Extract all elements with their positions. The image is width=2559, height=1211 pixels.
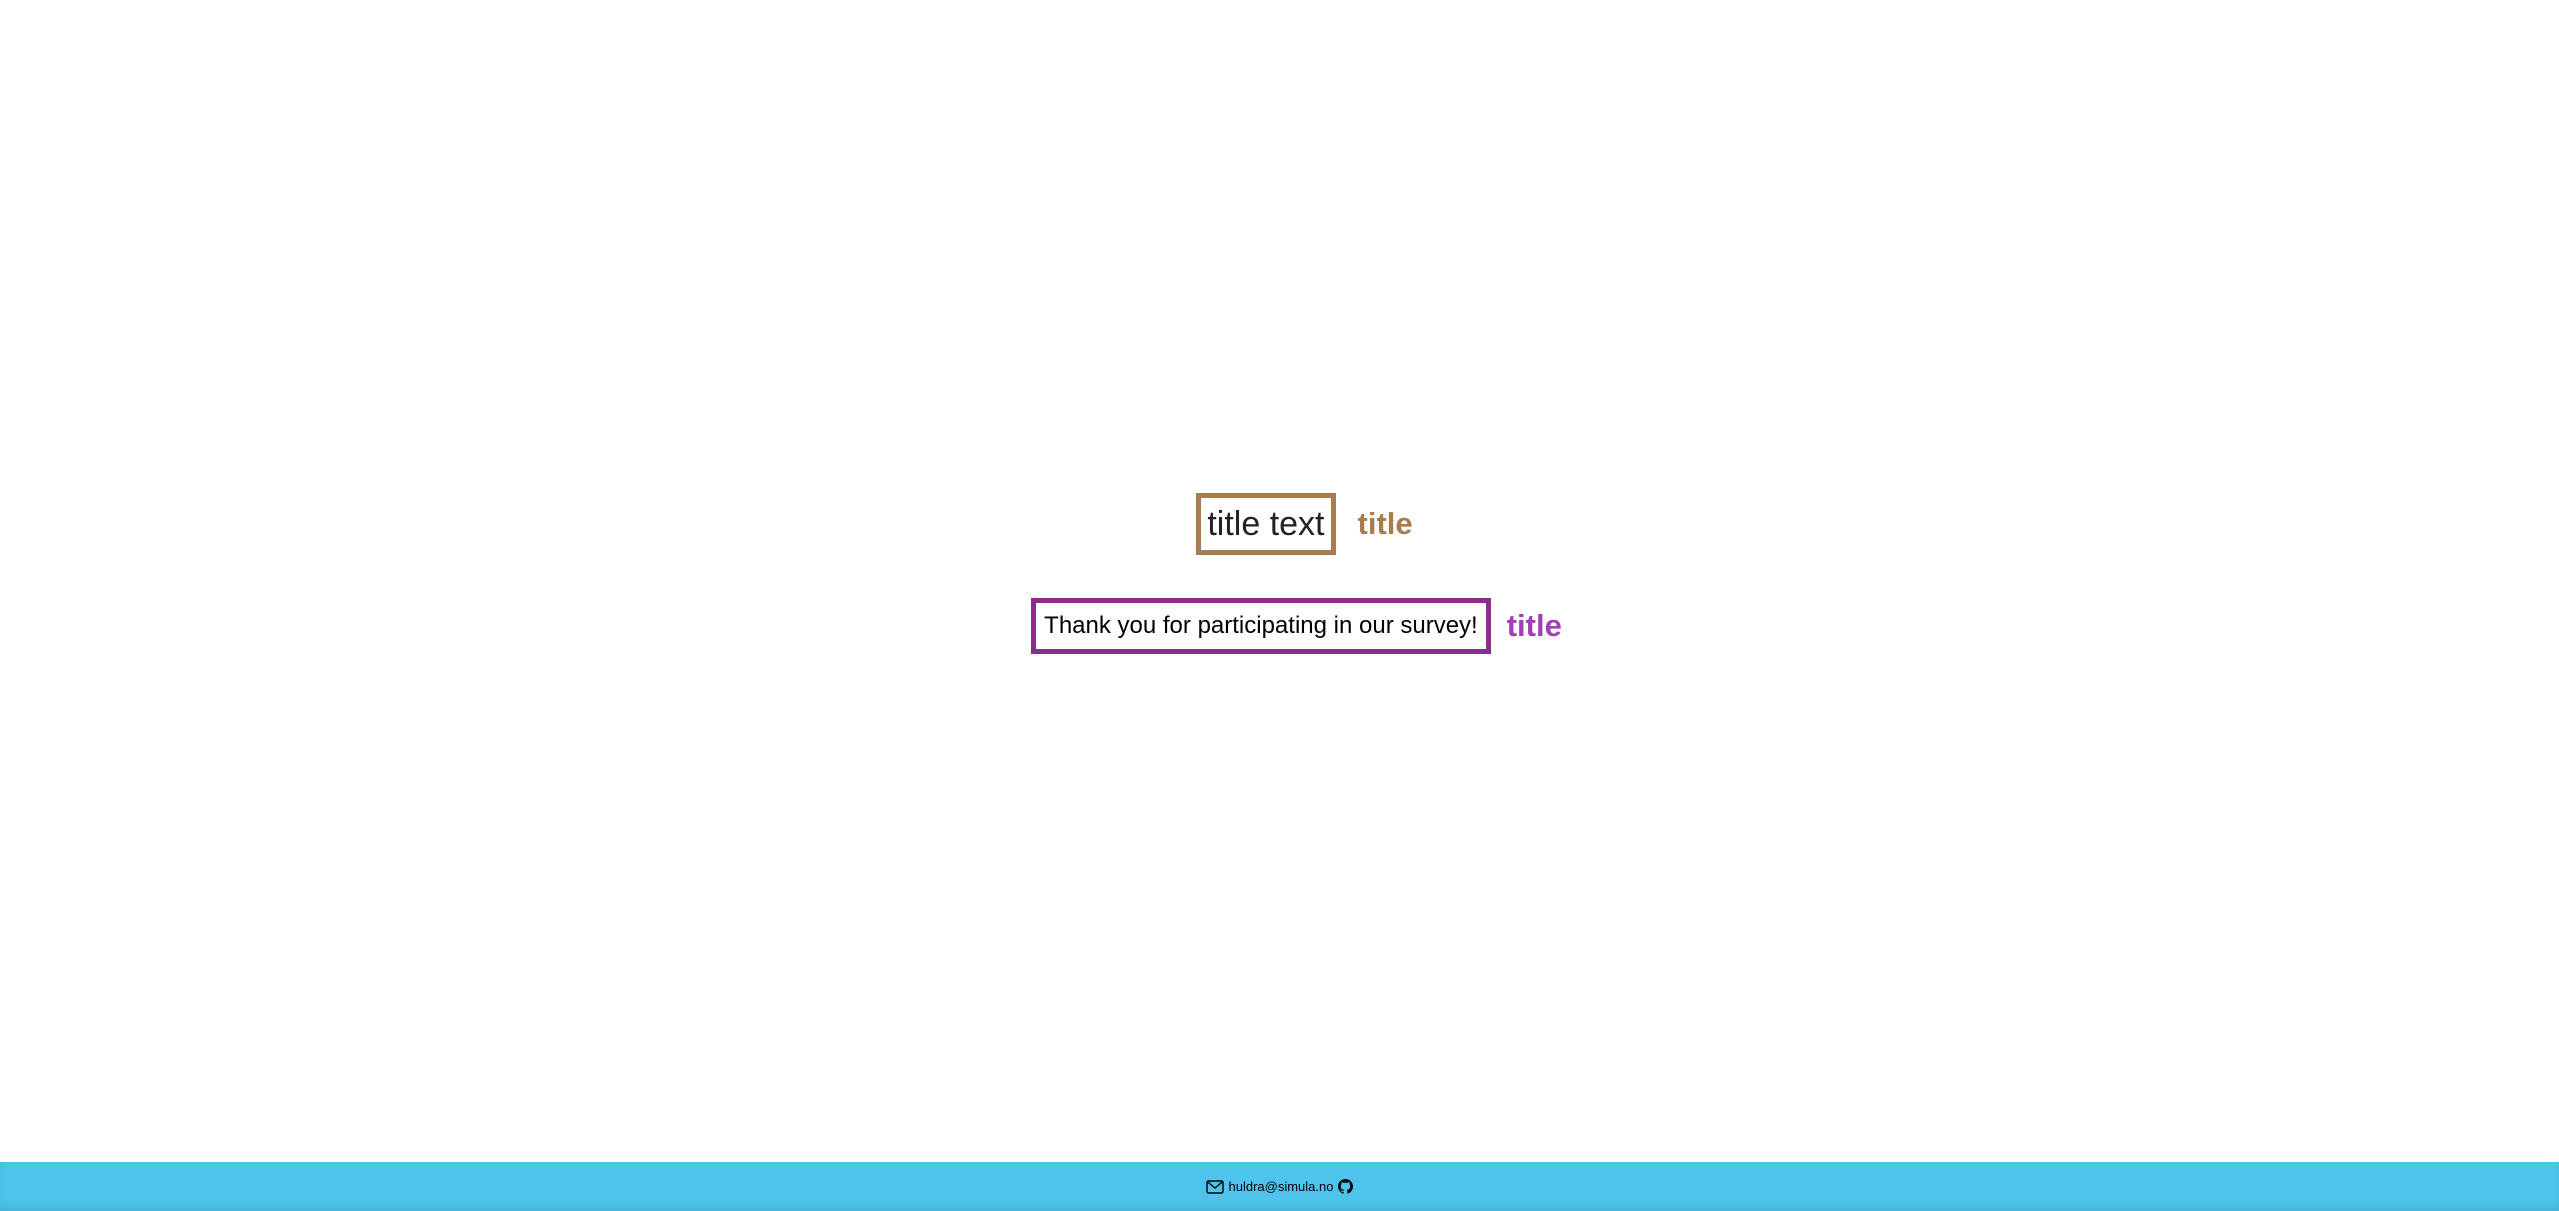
- footer-content: huldra@simula.no: [1205, 1179, 1354, 1194]
- thank-you-row-inner: Thank you for participating in our surve…: [1031, 598, 1562, 654]
- title-text-row-inner: title text title: [1196, 493, 1413, 555]
- title-label-brown: title: [1357, 506, 1413, 541]
- page: title text title Thank you for participa…: [0, 0, 2559, 1211]
- title-text-row: title text title: [0, 493, 2559, 555]
- email-link[interactable]: huldra@simula.no: [1229, 1179, 1334, 1194]
- mail-icon[interactable]: [1205, 1179, 1224, 1194]
- footer: huldra@simula.no: [0, 1162, 2559, 1211]
- title-text-box[interactable]: title text: [1196, 493, 1336, 555]
- github-icon[interactable]: [1338, 1179, 1354, 1194]
- thank-you-box[interactable]: Thank you for participating in our surve…: [1031, 598, 1491, 654]
- title-label-purple: title: [1506, 608, 1562, 643]
- thank-you-row: Thank you for participating in our surve…: [0, 598, 2559, 654]
